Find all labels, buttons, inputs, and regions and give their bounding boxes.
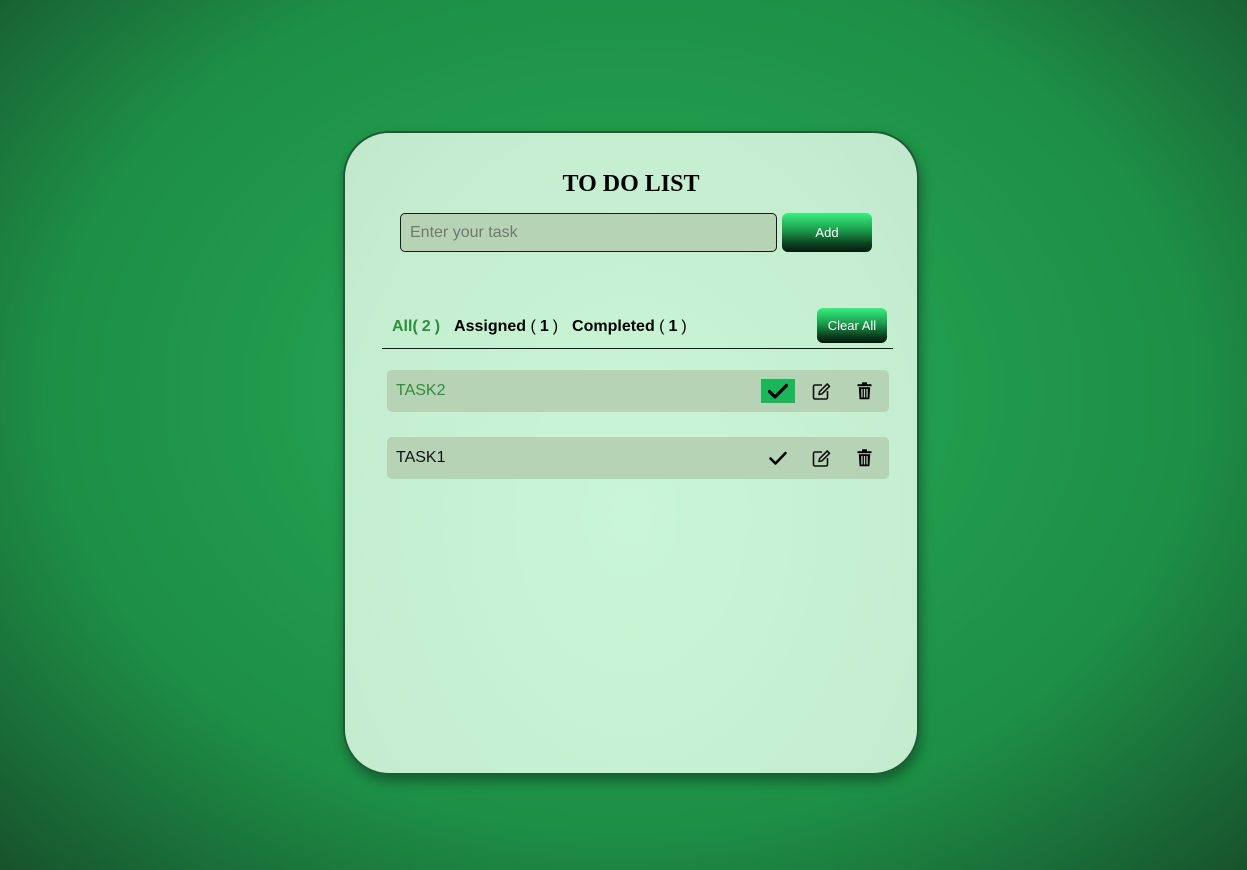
task-item: TASK1	[387, 437, 889, 479]
trash-icon[interactable]	[847, 379, 881, 403]
check-icon[interactable]	[761, 446, 795, 470]
edit-icon[interactable]	[804, 379, 838, 403]
task-item: TASK2	[387, 370, 889, 412]
task-input[interactable]	[400, 213, 777, 252]
tab-completed[interactable]: Completed (1)	[572, 318, 687, 336]
tab-assigned-count: 1	[539, 318, 549, 335]
tab-all-label: All	[392, 318, 413, 335]
clear-all-button[interactable]: Clear All	[817, 308, 887, 343]
tab-assigned[interactable]: Assigned (1)	[454, 318, 558, 336]
tab-completed-count: 1	[668, 318, 678, 335]
tab-completed-label: Completed	[572, 318, 655, 335]
tab-all[interactable]: All(2)	[392, 318, 440, 336]
page-title: TO DO LIST	[562, 171, 700, 197]
edit-icon[interactable]	[804, 446, 838, 470]
filter-tabs: All(2) Assigned (1) Completed (1)	[392, 317, 701, 337]
add-button[interactable]: Add	[782, 213, 872, 252]
check-icon[interactable]	[761, 379, 795, 403]
task-text: TASK2	[396, 382, 446, 399]
trash-icon[interactable]	[847, 446, 881, 470]
task-text: TASK1	[396, 449, 446, 466]
divider	[382, 348, 893, 349]
tab-all-count: 2	[421, 318, 431, 335]
tab-assigned-label: Assigned	[454, 318, 527, 335]
todo-card: TO DO LIST Add All(2) Assigned (1) Compl…	[343, 131, 919, 775]
